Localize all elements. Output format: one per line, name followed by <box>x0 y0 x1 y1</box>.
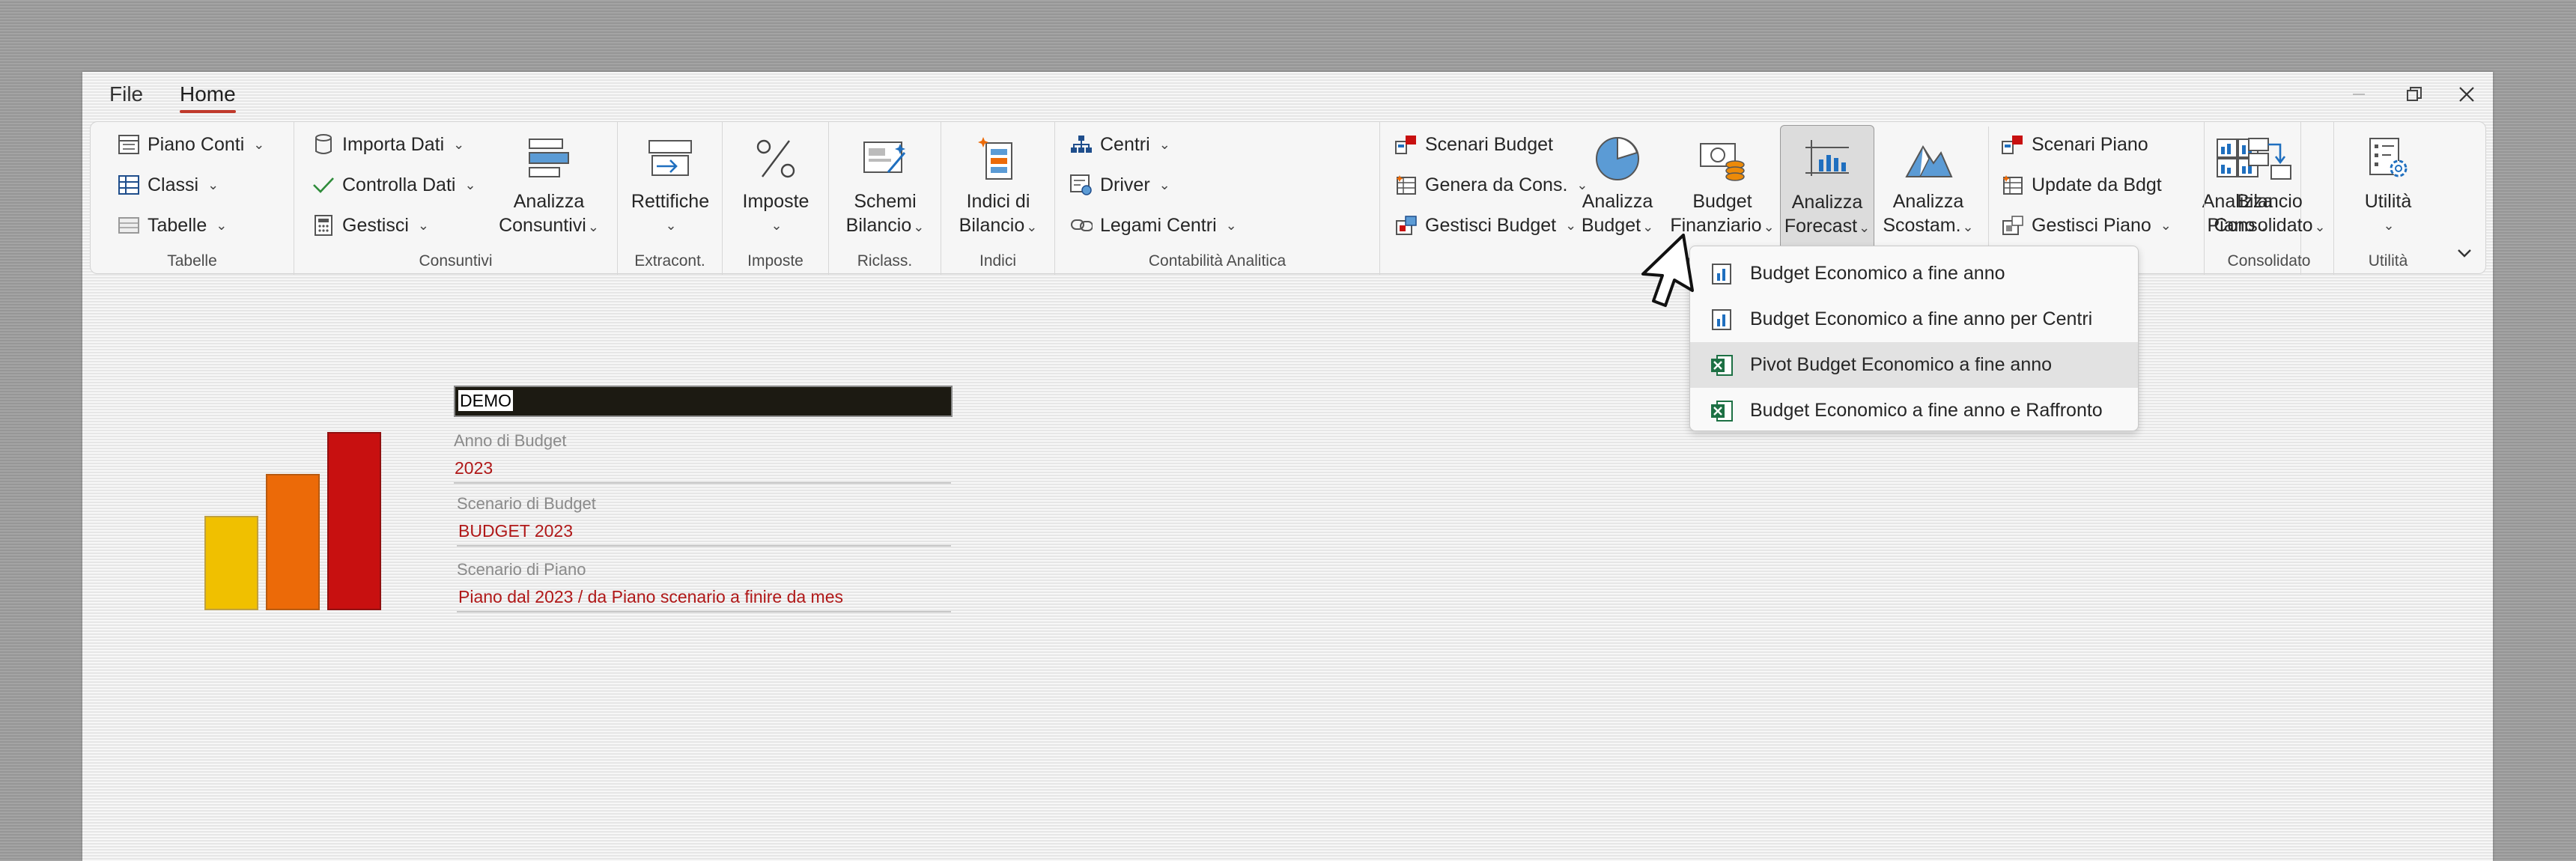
group-label-consolidato: Consolidato <box>2227 252 2311 270</box>
imposte-button[interactable]: Imposte ⌄ <box>729 125 823 258</box>
scenario-budget-value[interactable]: BUDGET 2023 <box>458 521 573 541</box>
collapse-ribbon-icon[interactable] <box>2457 246 2472 263</box>
rettifiche-button[interactable]: Rettifiche ⌄ <box>624 125 717 258</box>
table-icon <box>118 214 140 237</box>
import-database-icon <box>312 133 335 156</box>
analizza-scostam-button[interactable]: Analizza Scostam. ⌄ <box>1877 125 1979 258</box>
gestisci-piano-button[interactable]: Gestisci Piano ⌄ <box>2002 210 2172 240</box>
legami-centri-button[interactable]: Legami Centri ⌄ <box>1070 210 1237 240</box>
group-consuntivi: Importa Dati ⌄ Controlla Dati ⌄ Gestisci ⌄ … <box>294 122 618 275</box>
gestisci-budget-button[interactable]: Gestisci Budget ⌄ <box>1395 210 1576 240</box>
mountain-variance-icon <box>1902 133 1954 185</box>
menu-item-pivot-budget-economico[interactable]: Pivot Budget Economico a fine anno <box>1690 342 2138 388</box>
group-contabilita-analitica: Centri ⌄ Driver ⌄ Legami Centri ⌄ Contabili… <box>1055 122 1380 275</box>
excel-icon <box>1708 398 1735 425</box>
percent-icon <box>750 133 802 185</box>
title-bar: File Home <box>82 72 2493 118</box>
app-logo <box>204 432 381 610</box>
scenarios-icon <box>1395 133 1418 156</box>
tabelle-button[interactable]: Tabelle ⌄ <box>118 210 227 240</box>
group-tabelle: Piano Conti ⌄ Classi ⌄ Tabelle ⌄ Tabelle <box>91 122 294 275</box>
divider <box>454 482 951 484</box>
excel-icon <box>1708 352 1735 379</box>
genera-da-cons-button[interactable]: Genera da Cons. ⌄ <box>1395 170 1588 200</box>
scenario-budget-label: Scenario di Budget <box>457 494 596 513</box>
link-icon <box>1070 214 1093 237</box>
forecast-dropdown-menu: Budget Economico a fine anno Budget Econ… <box>1689 246 2139 431</box>
money-coins-icon <box>1696 133 1749 185</box>
group-extracont: Rettifiche ⌄ Extracont. <box>618 122 723 275</box>
consolidation-icon <box>2244 133 2296 185</box>
calculator-icon <box>312 214 335 237</box>
utilita-button[interactable]: Utilità ⌄ <box>2342 125 2434 258</box>
pie-chart-icon <box>1591 133 1644 185</box>
anno-label: Anno di Budget <box>454 431 567 450</box>
bilancio-consolidato-button[interactable]: Bilancio Consolidato ⌄ <box>2208 125 2332 258</box>
centri-button[interactable]: Centri ⌄ <box>1070 130 1170 159</box>
importa-dati-button[interactable]: Importa Dati ⌄ <box>312 130 464 159</box>
company-field[interactable]: DEMO <box>454 386 953 417</box>
group-consolidato: Bilancio Consolidato ⌄ Consolidato <box>2204 122 2334 275</box>
mouse-cursor-icon <box>1641 234 1694 307</box>
group-riclass: Schemi Bilancio ⌄ Riclass. <box>829 122 941 275</box>
org-chart-icon <box>1070 133 1093 156</box>
scenari-budget-button[interactable]: Scenari Budget <box>1395 130 1553 159</box>
controlla-dati-button[interactable]: Controlla Dati ⌄ <box>312 170 476 200</box>
group-label-indici: Indici <box>979 252 1017 270</box>
forecast-chart-icon <box>1801 133 1853 186</box>
group-label-utilita: Utilità <box>2368 252 2408 270</box>
settings-list-icon <box>2362 133 2414 185</box>
group-label-contabilita: Contabilità Analitica <box>1148 252 1287 270</box>
menu-item-budget-economico-centri[interactable]: Budget Economico a fine anno per Centri <box>1690 296 2138 342</box>
divider <box>457 545 951 547</box>
divider <box>457 611 951 612</box>
menu-item-budget-economico-raffronto[interactable]: Budget Economico a fine anno e Raffronto <box>1690 388 2138 433</box>
group-utilita: Utilità ⌄ Utilità <box>2334 122 2454 275</box>
classi-button[interactable]: Classi ⌄ <box>118 170 219 200</box>
scenari-piano-button[interactable]: Scenari Piano <box>2002 130 2148 159</box>
manage-plan-icon <box>2002 214 2024 237</box>
budget-separator <box>1988 127 1989 249</box>
menu-item-budget-economico[interactable]: Budget Economico a fine anno <box>1690 251 2138 296</box>
indici-bilancio-button[interactable]: Indici di Bilancio ⌄ <box>946 125 1051 258</box>
minimize-button[interactable] <box>2344 82 2374 106</box>
analyze-actuals-icon <box>523 133 575 185</box>
tab-file[interactable]: File <box>109 82 143 106</box>
update-table-icon <box>2002 174 2024 196</box>
update-da-bdgt-button[interactable]: Update da Bdgt <box>2002 170 2162 200</box>
group-indici: Indici di Bilancio ⌄ Indici <box>941 122 1055 275</box>
analizza-forecast-button[interactable]: Analizza Forecast ⌄ <box>1780 125 1874 258</box>
ratios-icon <box>972 133 1024 185</box>
restore-button[interactable] <box>2399 82 2429 106</box>
group-label-imposte: Imposte <box>747 252 804 270</box>
close-button[interactable] <box>2452 82 2482 106</box>
driver-button[interactable]: Driver ⌄ <box>1070 170 1170 200</box>
anno-value[interactable]: 2023 <box>455 458 493 478</box>
plan-scenarios-icon <box>2002 133 2024 156</box>
tab-home[interactable]: Home <box>180 82 236 113</box>
schema-wand-icon <box>859 133 911 185</box>
analizza-consuntivi-button[interactable]: Analizza Consuntivi ⌄ <box>490 125 607 258</box>
scenario-piano-label: Scenario di Piano <box>457 560 586 579</box>
group-label-tabelle: Tabelle <box>167 252 217 270</box>
group-label-riclass: Riclass. <box>857 252 913 270</box>
generate-table-icon <box>1395 174 1418 196</box>
app-window: File Home Piano Conti ⌄ Classi ⌄ Tabelle ⌄ … <box>82 72 2493 861</box>
chart-of-accounts-icon <box>118 133 140 156</box>
manage-budget-icon <box>1395 214 1418 237</box>
scenario-piano-value[interactable]: Piano dal 2023 / da Piano scenario a fin… <box>458 587 843 607</box>
classes-icon <box>118 174 140 196</box>
adjustments-icon <box>644 133 696 185</box>
checkmark-icon <box>312 174 335 196</box>
schemi-bilancio-button[interactable]: Schemi Bilancio ⌄ <box>833 125 937 258</box>
piano-conti-button[interactable]: Piano Conti ⌄ <box>118 130 264 159</box>
group-label-extracont: Extracont. <box>634 252 705 270</box>
group-label-consuntivi: Consuntivi <box>419 252 493 270</box>
company-value: DEMO <box>458 390 513 411</box>
gestisci-button[interactable]: Gestisci ⌄ <box>312 210 429 240</box>
group-imposte: Imposte ⌄ Imposte <box>723 122 829 275</box>
driver-settings-icon <box>1070 174 1093 196</box>
